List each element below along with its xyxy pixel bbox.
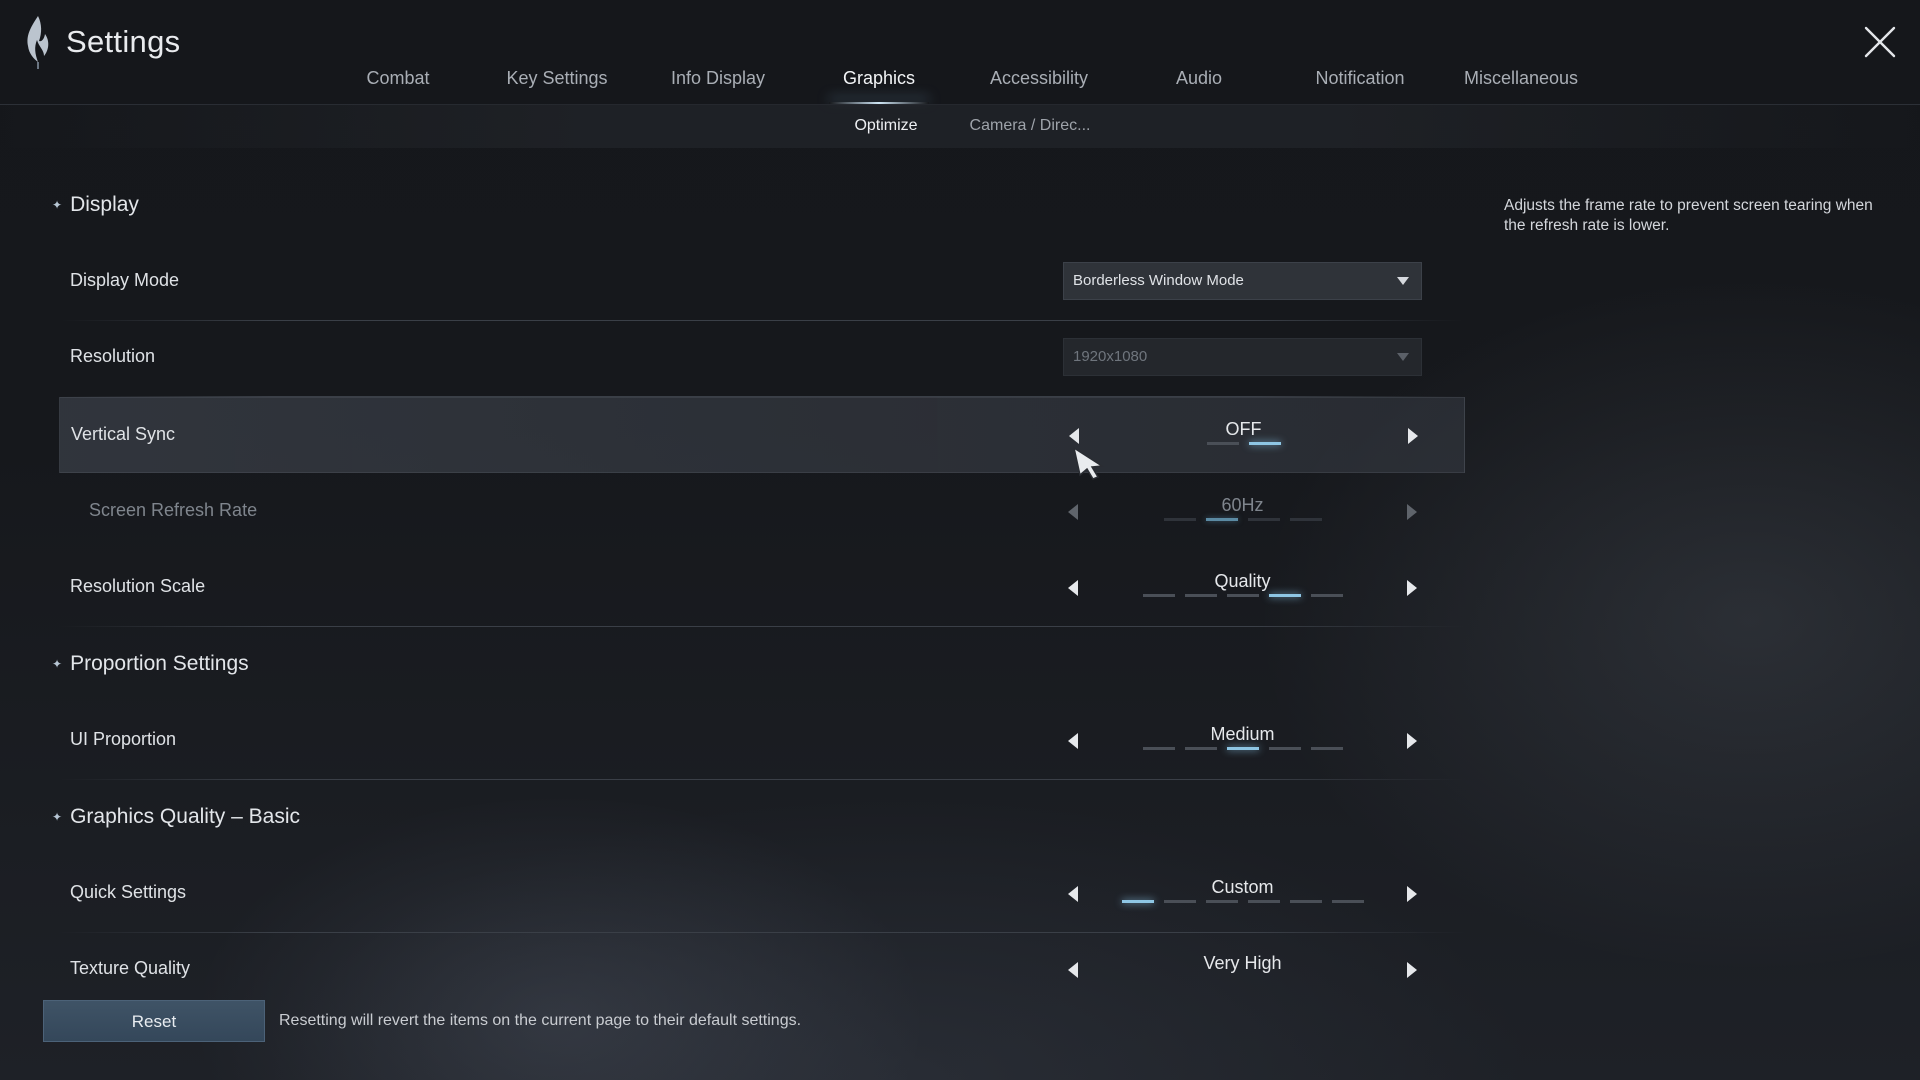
arrow-right-icon[interactable]: [1400, 577, 1422, 599]
tab-key-settings[interactable]: Key Settings: [506, 60, 607, 104]
resolution-scale-selector: Quality: [1063, 550, 1422, 626]
vertical-sync-selector: OFF: [1064, 398, 1423, 474]
setting-label: Resolution: [70, 346, 156, 366]
step-indicator: [1063, 747, 1422, 750]
section-display: ✦ Display: [52, 193, 139, 217]
step-pip: [1247, 900, 1280, 903]
setting-label: Resolution Scale: [70, 576, 206, 596]
setting-row-ui-proportion: UI Proportion Medium: [59, 703, 1465, 780]
tab-audio[interactable]: Audio: [1176, 60, 1222, 104]
step-pip-active: [1121, 900, 1154, 903]
tab-info-display[interactable]: Info Display: [671, 60, 765, 104]
settings-screen: Settings Combat Key Settings Info Displa…: [0, 0, 1920, 1080]
step-pip: [1206, 442, 1239, 445]
arrow-right-icon[interactable]: [1400, 730, 1422, 752]
step-pip-active: [1205, 518, 1238, 521]
display-mode-dropdown[interactable]: Borderless Window Mode: [1063, 262, 1422, 300]
page-title: Settings: [66, 24, 181, 59]
step-pip: [1184, 594, 1217, 597]
setting-label: UI Proportion: [70, 729, 177, 749]
selector-value: Custom: [1211, 877, 1274, 897]
step-indicator: [1063, 900, 1422, 903]
step-indicator: [1063, 518, 1422, 521]
step-pip-active: [1248, 442, 1281, 445]
arrow-right-icon[interactable]: [1400, 501, 1422, 523]
step-pip: [1289, 518, 1322, 521]
setting-row-resolution: Resolution 1920x1080: [59, 320, 1465, 397]
tab-graphics[interactable]: Graphics: [829, 60, 929, 104]
reset-note: Resetting will revert the items on the c…: [279, 1012, 802, 1029]
step-pip: [1142, 747, 1175, 750]
quick-settings-selector: Custom: [1063, 856, 1422, 932]
resolution-dropdown[interactable]: 1920x1080: [1063, 338, 1422, 376]
subtab-camera-direction[interactable]: Camera / Direc...: [970, 117, 1091, 135]
section-title: Proportion Settings: [70, 652, 249, 675]
chevron-down-icon: [1397, 277, 1409, 285]
setting-label: Screen Refresh Rate: [89, 500, 258, 520]
setting-label: Quick Settings: [70, 882, 187, 902]
step-pip: [1142, 594, 1175, 597]
selector-value: 60Hz: [1221, 495, 1264, 515]
step-pip: [1205, 900, 1238, 903]
setting-label: Vertical Sync: [71, 424, 176, 444]
dropdown-value: 1920x1080: [1073, 348, 1148, 365]
arrow-left-icon[interactable]: [1063, 959, 1085, 981]
selector-value: Quality: [1214, 571, 1271, 591]
section-title: Display: [70, 193, 139, 216]
reset-button[interactable]: Reset: [43, 1000, 265, 1042]
setting-row-texture-quality: Texture Quality Very High: [59, 932, 1465, 1008]
selector-value: OFF: [1225, 419, 1262, 439]
arrow-right-icon[interactable]: [1400, 959, 1422, 981]
step-pip: [1268, 747, 1301, 750]
close-icon[interactable]: [1860, 22, 1900, 62]
texture-quality-selector: Very High: [1063, 932, 1422, 1008]
setting-description: Adjusts the frame rate to prevent screen…: [1504, 197, 1873, 234]
section-title: Graphics Quality – Basic: [70, 805, 300, 828]
step-pip: [1310, 747, 1343, 750]
diamond-icon: ✦: [52, 810, 63, 824]
ui-proportion-selector: Medium: [1063, 703, 1422, 779]
setting-row-screen-refresh-rate: Screen Refresh Rate 60Hz: [59, 474, 1465, 550]
tab-accessibility[interactable]: Accessibility: [990, 60, 1088, 104]
step-indicator: [1064, 442, 1423, 445]
tab-notification[interactable]: Notification: [1315, 60, 1404, 104]
setting-label: Display Mode: [70, 270, 180, 290]
step-pip-active: [1226, 747, 1259, 750]
step-pip: [1163, 900, 1196, 903]
section-proportion-settings: ✦ Proportion Settings: [52, 652, 249, 676]
refresh-rate-selector: 60Hz: [1063, 474, 1422, 550]
step-pip: [1163, 518, 1196, 521]
setting-row-vertical-sync: Vertical Sync OFF: [59, 397, 1465, 473]
step-pip: [1247, 518, 1280, 521]
step-pip: [1331, 900, 1364, 903]
selector-value: Very High: [1203, 953, 1282, 973]
step-pip: [1310, 594, 1343, 597]
step-pip: [1226, 594, 1259, 597]
setting-row-display-mode: Display Mode Borderless Window Mode: [59, 244, 1465, 321]
arrow-right-icon[interactable]: [1401, 425, 1423, 447]
step-indicator: [1063, 594, 1422, 597]
dropdown-value: Borderless Window Mode: [1073, 272, 1244, 289]
section-graphics-quality-basic: ✦ Graphics Quality – Basic: [52, 805, 300, 829]
main-tabs: Combat Key Settings Info Display Graphic…: [0, 60, 1920, 105]
step-pip: [1184, 747, 1217, 750]
step-pip: [1289, 900, 1322, 903]
sub-tabs: Optimize Camera / Direc...: [0, 104, 1920, 148]
mouse-cursor-icon: [1072, 446, 1105, 480]
setting-row-resolution-scale: Resolution Scale Quality: [59, 550, 1465, 627]
arrow-right-icon[interactable]: [1400, 883, 1422, 905]
tab-miscellaneous[interactable]: Miscellaneous: [1464, 60, 1578, 104]
step-pip-active: [1268, 594, 1301, 597]
setting-row-quick-settings: Quick Settings Custom: [59, 856, 1465, 933]
tab-combat[interactable]: Combat: [366, 60, 429, 104]
selector-value: Medium: [1210, 724, 1275, 744]
chevron-down-icon: [1397, 353, 1409, 361]
setting-label: Texture Quality: [70, 958, 191, 978]
subtab-optimize[interactable]: Optimize: [854, 117, 917, 135]
footer: Reset Resetting will revert the items on…: [43, 1000, 801, 1042]
diamond-icon: ✦: [52, 198, 63, 212]
diamond-icon: ✦: [52, 657, 63, 671]
